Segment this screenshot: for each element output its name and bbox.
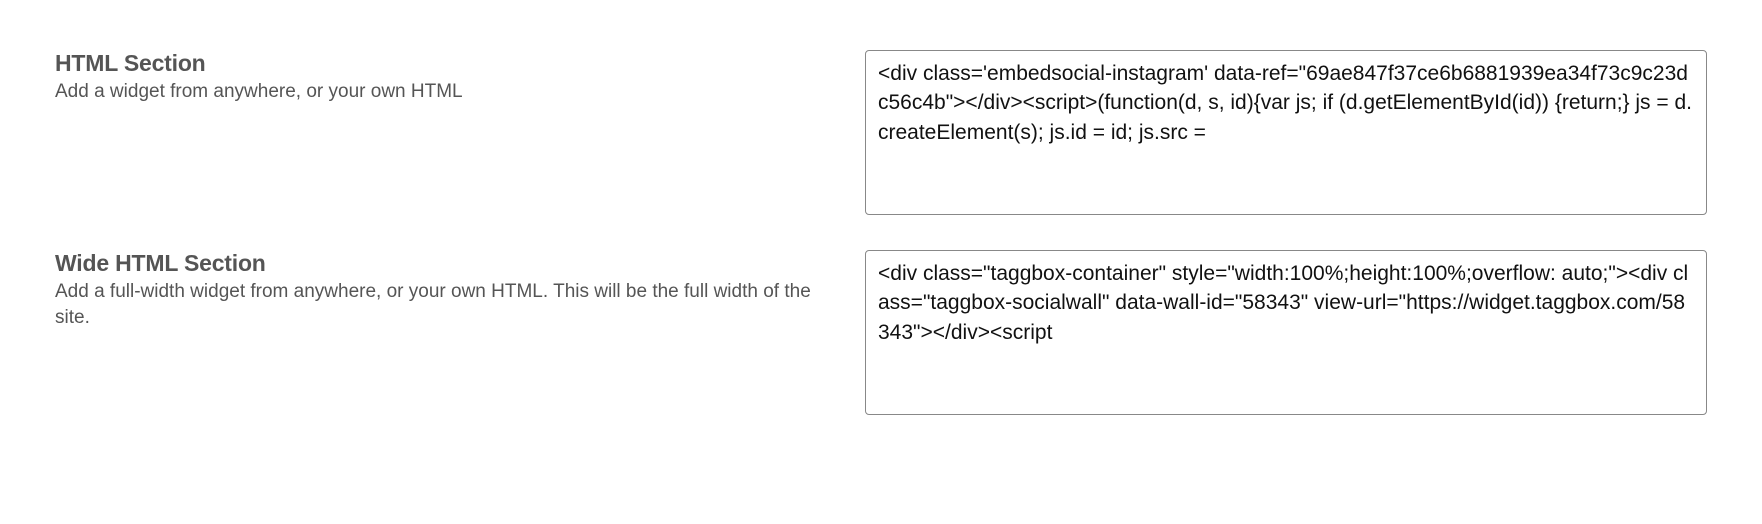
html-section-label-col: HTML Section Add a widget from anywhere,… xyxy=(55,50,845,105)
wide-html-section-row: Wide HTML Section Add a full-width widge… xyxy=(55,250,1707,420)
html-section-row: HTML Section Add a widget from anywhere,… xyxy=(55,50,1707,220)
wide-html-section-title: Wide HTML Section xyxy=(55,250,845,277)
wide-html-section-label-col: Wide HTML Section Add a full-width widge… xyxy=(55,250,845,330)
wide-html-section-input-col xyxy=(865,250,1707,420)
html-section-title: HTML Section xyxy=(55,50,845,77)
html-section-description: Add a widget from anywhere, or your own … xyxy=(55,79,845,105)
html-section-input-col xyxy=(865,50,1707,220)
wide-html-section-textarea[interactable] xyxy=(865,250,1707,415)
wide-html-section-description: Add a full-width widget from anywhere, o… xyxy=(55,279,845,330)
html-section-textarea[interactable] xyxy=(865,50,1707,215)
